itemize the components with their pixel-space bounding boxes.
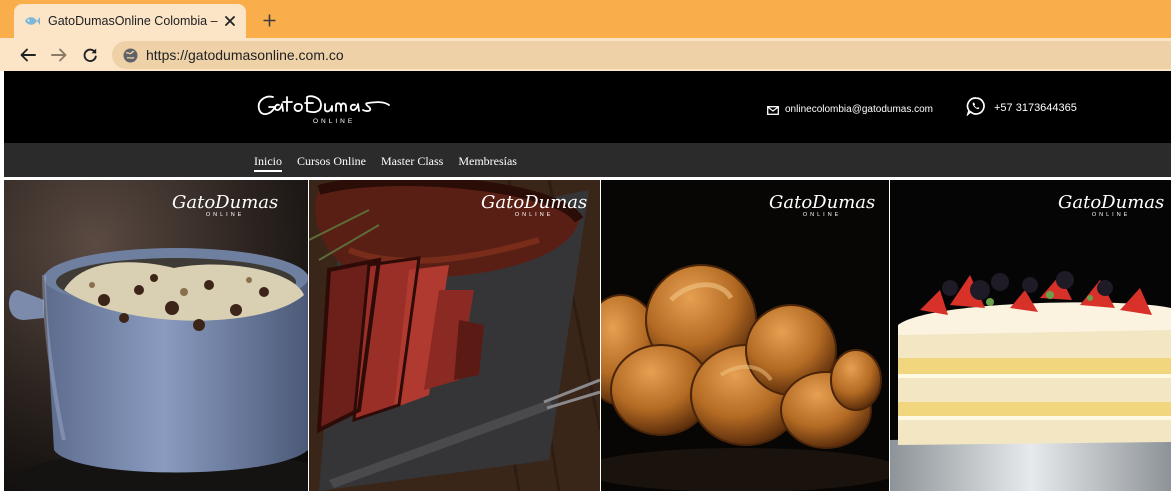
contact-email[interactable]: onlinecolombia@gatodumas.com bbox=[767, 100, 933, 119]
url-text: https://gatodumasonline.com.co bbox=[146, 47, 344, 63]
whatsapp-icon bbox=[966, 96, 986, 120]
braided-bread-image[interactable]: GatoDumas ONLINE bbox=[601, 180, 889, 491]
gallery-logo-text: GatoDumas bbox=[1058, 192, 1165, 213]
forward-arrow-icon[interactable] bbox=[48, 44, 70, 66]
gallery-logo-2: GatoDumas ONLINE bbox=[481, 192, 588, 219]
nav-item-inicio[interactable]: Inicio bbox=[254, 154, 282, 172]
close-tab-icon[interactable] bbox=[223, 13, 239, 29]
logo-subtext: ONLINE bbox=[313, 118, 356, 125]
browser-toolbar: https://gatodumasonline.com.co bbox=[0, 38, 1171, 71]
gallery-logo-4: GatoDumas ONLINE bbox=[1058, 192, 1165, 219]
browser-tab-strip: GatoDumasOnline Colombia – Cl bbox=[0, 0, 1171, 38]
site-header: ONLINE onlinecolombia@gatodumas.com +57 … bbox=[4, 71, 1171, 143]
new-tab-plus-icon[interactable] bbox=[258, 9, 280, 31]
nav-item-membresias[interactable]: Membresías bbox=[458, 154, 517, 168]
envelope-icon bbox=[767, 100, 779, 119]
strawberry-cake-image[interactable]: GatoDumas ONLINE bbox=[890, 180, 1171, 491]
reload-icon[interactable] bbox=[79, 44, 101, 66]
gallery-logo-1: GatoDumas ONLINE bbox=[172, 192, 279, 219]
browser-tab[interactable]: GatoDumasOnline Colombia – Cl bbox=[14, 4, 246, 38]
steak-image[interactable]: GatoDumas ONLINE bbox=[309, 180, 600, 491]
hero-gallery: GatoDumas ONLINE GatoDumas ONLINE GatoDu… bbox=[4, 180, 1171, 491]
address-bar[interactable]: https://gatodumasonline.com.co bbox=[112, 41, 1171, 69]
gallery-logo-text: GatoDumas bbox=[769, 192, 876, 213]
contact-phone[interactable]: +57 3173644365 bbox=[966, 96, 1077, 120]
nav-item-master-class[interactable]: Master Class bbox=[381, 154, 443, 168]
gallery-logo-text: GatoDumas bbox=[481, 192, 588, 213]
site-info-globe-icon[interactable] bbox=[122, 47, 138, 63]
contact-email-text: onlinecolombia@gatodumas.com bbox=[785, 104, 934, 115]
contact-phone-text: +57 3173644365 bbox=[994, 102, 1077, 114]
fish-favicon-icon bbox=[24, 13, 40, 29]
gallery-logo-3: GatoDumas ONLINE bbox=[769, 192, 876, 219]
rice-pot-image[interactable]: GatoDumas ONLINE bbox=[4, 180, 308, 491]
nav-item-cursos-online[interactable]: Cursos Online bbox=[297, 154, 366, 168]
gallery-logo-text: GatoDumas bbox=[172, 192, 279, 213]
back-arrow-icon[interactable] bbox=[17, 44, 39, 66]
tab-title: GatoDumasOnline Colombia – Cl bbox=[48, 14, 219, 28]
main-navigation: Inicio Cursos Online Master Class Membre… bbox=[4, 143, 1171, 177]
gatodumas-logo[interactable]: ONLINE bbox=[255, 91, 415, 131]
